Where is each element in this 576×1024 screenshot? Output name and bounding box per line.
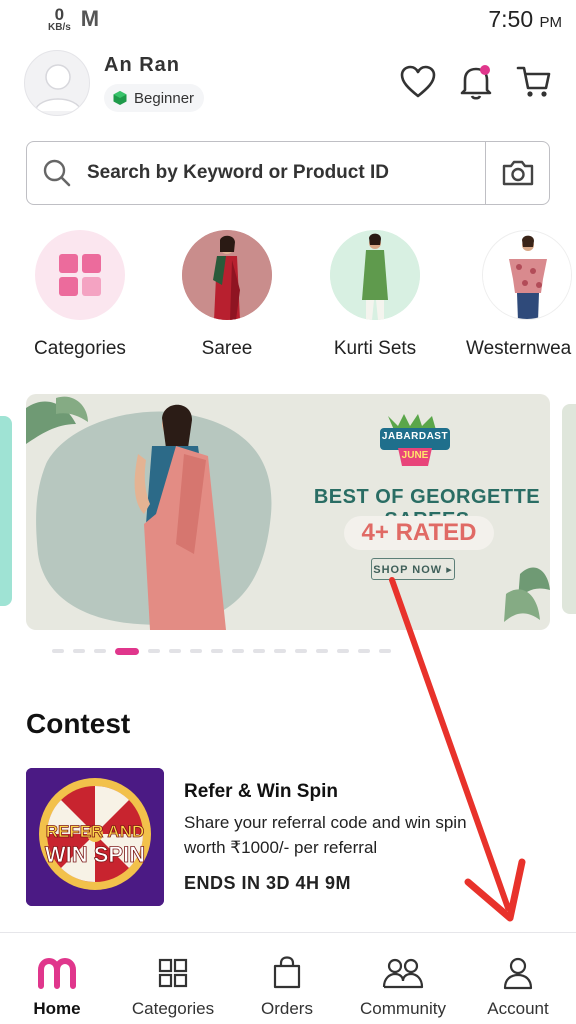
level-cube-icon	[113, 91, 127, 105]
people-icon	[348, 955, 458, 991]
top-header: An Ran Beginner	[0, 46, 576, 126]
contest-title: Refer & Win Spin	[184, 781, 338, 802]
nav-categories-label: Categories	[131, 999, 215, 1018]
status-clock: 7:50 PM	[488, 6, 562, 33]
nav-orders[interactable]: Orders	[232, 955, 342, 1019]
carousel-dot[interactable]	[73, 649, 85, 653]
promo-banner[interactable]: JABARDAST JUNE BEST OF GEORGETTE SAREES …	[26, 394, 550, 630]
contest-card[interactable]: REFER AND WIN SPIN Refer & Win Spin Shar…	[26, 768, 550, 908]
level-badge[interactable]: Beginner	[104, 84, 205, 112]
carousel-dot[interactable]	[94, 649, 106, 653]
banner-carousel[interactable]: JABARDAST JUNE BEST OF GEORGETTE SAREES …	[0, 394, 576, 632]
image-line-1: REFER AND	[45, 822, 145, 842]
carousel-dot[interactable]	[316, 649, 328, 653]
contest-section-title: Contest	[26, 708, 131, 739]
carousel-dot[interactable]	[232, 649, 244, 653]
carousel-dot[interactable]	[274, 649, 286, 653]
nav-home-label: Home	[33, 999, 81, 1018]
nav-categories[interactable]: Categories	[118, 955, 228, 1019]
carousel-dot-active[interactable]	[115, 647, 139, 655]
carousel-dot[interactable]	[337, 649, 349, 653]
carousel-dot[interactable]	[295, 649, 307, 653]
category-item-kurti-sets[interactable]: Kurti Sets	[315, 230, 435, 360]
jabardast-june-badge: JABARDAST JUNE	[376, 412, 454, 470]
category-item-saree[interactable]: Saree	[167, 230, 287, 360]
clock-ampm: PM	[539, 14, 563, 31]
shop-now-button[interactable]: SHOP NOW ▸	[371, 558, 455, 580]
carousel-indicator	[52, 647, 391, 655]
category-item-westernwear[interactable]: Westernwea	[466, 230, 576, 360]
camera-icon[interactable]	[485, 141, 549, 205]
nav-community[interactable]: Community	[348, 955, 458, 1019]
categories-grid-icon	[35, 230, 125, 320]
image-line-2: WIN SPIN	[44, 842, 146, 868]
carousel-dot[interactable]	[169, 649, 181, 653]
category-strip: Categories Saree Kurti Sets Westernwea	[0, 230, 576, 360]
nav-account[interactable]: Account	[463, 955, 573, 1019]
carousel-dot[interactable]	[379, 649, 391, 653]
nav-community-label: Community	[360, 999, 446, 1018]
app-screen: 0 KB/s M 7:50 PM An Ran Beginner Search …	[0, 0, 576, 1024]
kurti-model-image	[330, 230, 420, 320]
carousel-dot[interactable]	[211, 649, 223, 653]
banner-rating: 4+ RATED	[344, 516, 494, 550]
notification-bell-icon[interactable]	[456, 62, 496, 102]
shopping-bag-icon	[232, 955, 342, 991]
category-label: Westernwea	[466, 338, 572, 359]
bottom-navigation: Home Categories Orders Community Account	[0, 932, 576, 1024]
category-label: Kurti Sets	[333, 338, 417, 359]
network-speed-value: 0	[54, 4, 65, 24]
category-item-categories[interactable]: Categories	[20, 230, 140, 360]
search-input[interactable]: Search by Keyword or Product ID	[87, 162, 485, 184]
category-label: Saree	[201, 338, 253, 359]
wishlist-heart-icon[interactable]	[398, 62, 438, 102]
network-speed-unit: KB/s	[48, 21, 71, 33]
badge-line-1: JABARDAST	[381, 431, 449, 442]
saree-model-image	[182, 230, 272, 320]
carousel-dot[interactable]	[190, 649, 202, 653]
user-icon	[463, 955, 573, 991]
nav-account-label: Account	[487, 999, 549, 1018]
previous-banner-peek[interactable]	[0, 416, 12, 606]
user-name[interactable]: An Ran	[104, 54, 180, 77]
clock-time: 7:50	[488, 6, 534, 32]
contest-description: Share your referral code and win spin wo…	[184, 813, 467, 857]
avatar-placeholder-icon	[34, 64, 82, 112]
category-label: Categories	[34, 338, 126, 359]
badge-line-2: JUNE	[401, 450, 429, 461]
nav-home[interactable]: Home	[2, 955, 112, 1019]
nav-orders-label: Orders	[261, 999, 313, 1018]
carousel-dot[interactable]	[358, 649, 370, 653]
refer-win-spin-image: REFER AND WIN SPIN	[26, 768, 164, 906]
cart-icon[interactable]	[514, 62, 554, 102]
avatar[interactable]	[24, 50, 90, 116]
level-badge-label: Beginner	[134, 89, 195, 107]
grid-icon	[118, 955, 228, 991]
carousel-dot[interactable]	[52, 649, 64, 653]
search-bar[interactable]: Search by Keyword or Product ID	[26, 141, 550, 205]
status-bar: 0 KB/s M 7:50 PM	[0, 0, 576, 38]
network-speed: 0 KB/s	[48, 6, 71, 33]
meesho-m-icon	[2, 955, 112, 991]
westernwear-model-image	[482, 230, 572, 320]
carousel-dot[interactable]	[148, 649, 160, 653]
carousel-dot[interactable]	[253, 649, 265, 653]
next-banner-peek[interactable]	[562, 404, 576, 614]
gmail-icon: M	[80, 6, 100, 31]
search-icon	[27, 158, 87, 188]
contest-countdown: ENDS IN 3D 4H 9M	[184, 873, 352, 893]
